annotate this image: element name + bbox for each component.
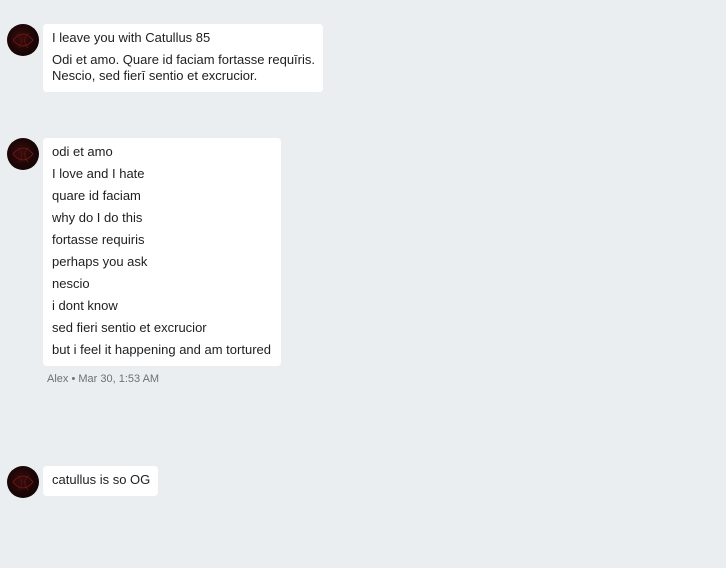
message-text: perhaps you ask <box>52 254 148 269</box>
avatar-pattern-icon <box>12 474 34 491</box>
message-text: i dont know <box>52 298 118 313</box>
message-bubble[interactable]: odi et amo I love and I hate quare id fa… <box>43 138 281 366</box>
message-text: odi et amo <box>52 144 113 159</box>
avatar-pattern-icon <box>12 32 34 49</box>
message-text: why do I do this <box>52 210 143 225</box>
avatar[interactable] <box>7 24 39 56</box>
avatar[interactable] <box>7 466 39 498</box>
message-text: Odi et amo. Quare id faciam fortasse req… <box>52 52 315 67</box>
message-text: sed fieri sentio et excrucior <box>52 320 207 335</box>
avatar-pattern-icon <box>12 146 34 163</box>
message-text: catullus is so OG <box>52 472 151 487</box>
message-text: Nescio, sed fierī sentio et excrucior. <box>52 68 258 83</box>
avatar[interactable] <box>7 138 39 170</box>
message-text: I love and I hate <box>52 166 145 181</box>
message-meta: Alex • Mar 30, 1:53 AM <box>47 373 160 385</box>
message-bubble[interactable]: catullus is so OG <box>43 466 158 496</box>
message-text: but i feel it happening and am tortured <box>52 342 271 357</box>
message-text: fortasse requiris <box>52 232 145 247</box>
message-text: I leave you with Catullus 85 <box>52 30 211 45</box>
message-text: nescio <box>52 276 90 291</box>
message-text: quare id faciam <box>52 188 141 203</box>
message-bubble[interactable]: I leave you with Catullus 85 Odi et amo.… <box>43 24 323 92</box>
